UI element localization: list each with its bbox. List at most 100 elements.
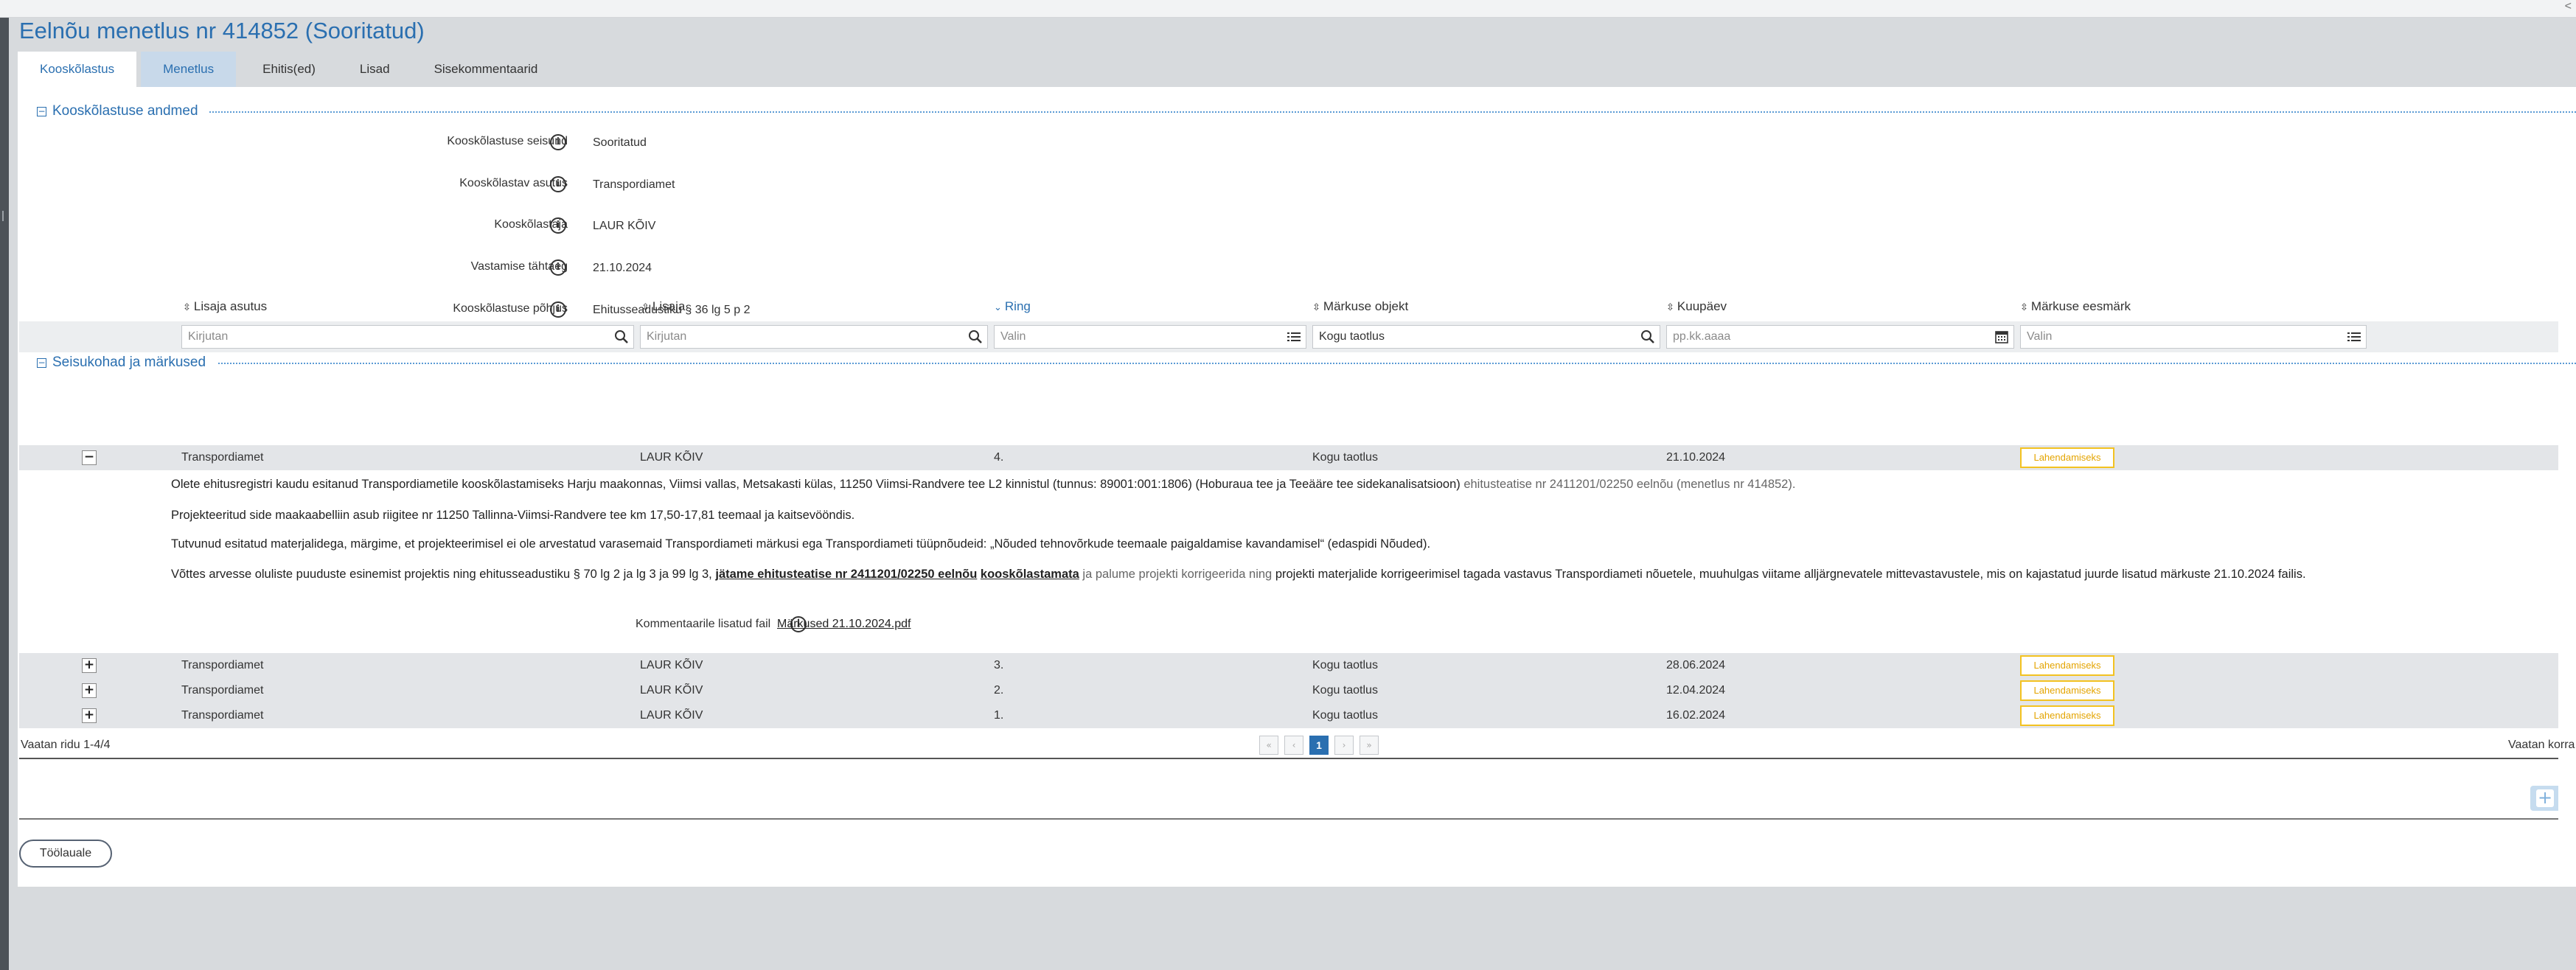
comment-paragraph-1: Olete ehitusregistri kaudu esitanud Tran…: [171, 478, 1796, 491]
divider: [19, 818, 2558, 820]
section-divider: [209, 111, 2576, 113]
comment-paragraph-2: Projekteeritud side maakaabelliin asub r…: [171, 509, 855, 522]
prev-page-button[interactable]: ‹: [1284, 736, 1303, 755]
cell-author: LAUR KÕIV: [640, 684, 703, 697]
field-value: Transpordiamet: [593, 178, 675, 191]
status-badge: Lahendamiseks: [2020, 447, 2114, 468]
collapse-row-icon[interactable]: −: [82, 450, 97, 465]
info-icon[interactable]: i: [550, 176, 566, 192]
status-badge: Lahendamiseks: [2020, 705, 2114, 726]
field-row-tahtaeg: Vastamise tähtaeg i 21.10.2024: [18, 257, 1050, 279]
tab-bar: Kooskõlastus Menetlus Ehitis(ed) Lisad S…: [18, 52, 560, 87]
table-header: ⇳ Lisaja asutus ⇳ Lisaja ⌄ Ring ⇳ Märkuse ob…: [19, 293, 2558, 321]
column-header-ring[interactable]: ⌄ Ring: [994, 299, 1031, 314]
filter-lisaja-input[interactable]: Kirjutan: [640, 325, 988, 349]
expand-row-icon[interactable]: +: [82, 708, 97, 723]
filter-lisaja-asutus-input[interactable]: Kirjutan: [181, 325, 634, 349]
table-row[interactable]: + Transpordiamet LAUR KÕIV 2. Kogu taotl…: [19, 678, 2558, 703]
tab-ehitised[interactable]: Ehitis(ed): [240, 52, 338, 87]
field-row-asutus: Kooskõlastav asutus i Transpordiamet: [18, 174, 1050, 196]
attached-file-link[interactable]: Märkused 21.10.2024.pdf: [777, 618, 911, 631]
list-icon[interactable]: [2347, 329, 2361, 344]
field-row-kooskolastaja: Kooskõlastaja i LAUR KÕIV: [18, 215, 1050, 237]
next-page-button[interactable]: ›: [1334, 736, 1354, 755]
info-icon[interactable]: i: [550, 217, 566, 234]
expand-row-icon[interactable]: +: [82, 683, 97, 698]
expand-row-icon[interactable]: +: [82, 658, 97, 673]
back-to-dashboard-button[interactable]: Töölauale: [19, 840, 112, 868]
column-header-kuupaev[interactable]: ⇳ Kuupäev: [1666, 299, 1727, 314]
search-icon[interactable]: [614, 329, 629, 344]
sort-desc-icon: ⌄: [994, 302, 1002, 313]
sort-icon: ⇳: [1312, 302, 1320, 313]
column-header-lisaja-asutus[interactable]: ⇳ Lisaja asutus: [183, 299, 267, 314]
filter-markuse-eesmark-select[interactable]: Valin: [2020, 325, 2367, 349]
table-pager: Vaatan ridu 1-4/4 « ‹ 1 › » Vaatan korra: [19, 731, 2575, 759]
list-icon[interactable]: [1287, 329, 1301, 344]
search-icon[interactable]: [968, 329, 983, 344]
plus-icon: +: [2536, 787, 2554, 808]
cell-author: LAUR KÕIV: [640, 659, 703, 671]
table-row[interactable]: + Transpordiamet LAUR KÕIV 1. Kogu taotl…: [19, 703, 2558, 728]
cell-author: LAUR KÕIV: [640, 451, 703, 464]
filter-markuse-objekt-input[interactable]: Kogu taotlus: [1312, 325, 1660, 349]
info-icon[interactable]: i: [550, 259, 566, 276]
page-title: Eelnõu menetlus nr 414852 (Sooritatud): [19, 18, 425, 43]
cell-ring: 4.: [994, 451, 1004, 464]
collapse-icon[interactable]: −: [37, 106, 46, 116]
cell-ring: 2.: [994, 684, 1004, 697]
section-divider: [218, 363, 2576, 364]
cell-org: Transpordiamet: [181, 451, 264, 464]
search-icon[interactable]: [1640, 329, 1655, 344]
filter-row: Kirjutan Kirjutan Valin Kogu taotlus pp.…: [19, 321, 2558, 352]
collapse-icon[interactable]: −: [37, 357, 46, 368]
last-page-button[interactable]: »: [1360, 736, 1379, 755]
calendar-icon[interactable]: [1994, 329, 2009, 344]
info-icon[interactable]: i: [550, 134, 566, 150]
cell-object: Kogu taotlus: [1312, 684, 1378, 697]
cell-date: 21.10.2024: [1666, 451, 1726, 464]
cell-org: Transpordiamet: [181, 709, 264, 722]
cell-org: Transpordiamet: [181, 659, 264, 671]
cell-object: Kogu taotlus: [1312, 709, 1378, 722]
tab-lisad[interactable]: Lisad: [338, 52, 412, 87]
first-page-button[interactable]: «: [1259, 736, 1278, 755]
filter-ring-select[interactable]: Valin: [994, 325, 1306, 349]
left-sidebar-strip: [0, 18, 9, 970]
browser-topbar: <: [0, 0, 2576, 18]
tab-sisekommentaarid[interactable]: Sisekommentaarid: [412, 52, 560, 87]
column-header-lisaja[interactable]: ⇳ Lisaja: [641, 299, 685, 314]
cell-date: 28.06.2024: [1666, 659, 1726, 671]
section-title: Kooskõlastuse andmed: [52, 103, 198, 119]
tab-menetlus[interactable]: Menetlus: [141, 52, 237, 87]
table-row[interactable]: + Transpordiamet LAUR KÕIV 3. Kogu taotl…: [19, 653, 2558, 678]
field-row-seisund: Kooskõlastuse seisund i Sooritatud: [18, 132, 1050, 154]
table-row[interactable]: − Transpordiamet LAUR KÕIV 4. Kogu taotl…: [19, 445, 2558, 470]
cell-date: 16.02.2024: [1666, 709, 1726, 722]
column-header-markuse-eesmark[interactable]: ⇳ Märkuse eesmärk: [2020, 299, 2131, 314]
field-value: Sooritatud: [593, 136, 647, 149]
cell-ring: 1.: [994, 709, 1004, 722]
cell-author: LAUR KÕIV: [640, 709, 703, 722]
add-comment-button[interactable]: +: [2530, 786, 2558, 811]
field-value: LAUR KÕIV: [593, 220, 656, 232]
sort-icon: ⇳: [2020, 302, 2028, 313]
corner-chevron-icon[interactable]: <: [2565, 0, 2572, 13]
cell-org: Transpordiamet: [181, 684, 264, 697]
cell-object: Kogu taotlus: [1312, 451, 1378, 464]
field-value: 21.10.2024: [593, 262, 652, 274]
filter-kuupaev-input[interactable]: pp.kk.aaaa: [1666, 325, 2014, 349]
section-title: Seisukohad ja märkused: [52, 355, 206, 370]
section-kooskolastuse-andmed-header[interactable]: − Kooskõlastuse andmed: [37, 102, 198, 120]
comment-paragraph-4: Võttes arvesse oluliste puuduste esinemi…: [171, 568, 2306, 581]
sort-icon: ⇳: [183, 302, 191, 313]
tab-kooskolastus[interactable]: Kooskõlastus: [18, 52, 137, 87]
rows-count-text: Vaatan ridu 1-4/4: [21, 739, 111, 751]
sidebar-marker: [2, 211, 7, 221]
column-header-markuse-objekt[interactable]: ⇳ Märkuse objekt: [1312, 299, 1408, 314]
sort-icon: ⇳: [641, 302, 650, 313]
section-seisukohad-header[interactable]: − Seisukohad ja märkused: [37, 354, 206, 371]
rows-per-view-text: Vaatan korra: [2508, 739, 2575, 751]
current-page-button[interactable]: 1: [1309, 736, 1329, 755]
comment-paragraph-3: Tutvunud esitatud materjalidega, märgime…: [171, 537, 1431, 551]
